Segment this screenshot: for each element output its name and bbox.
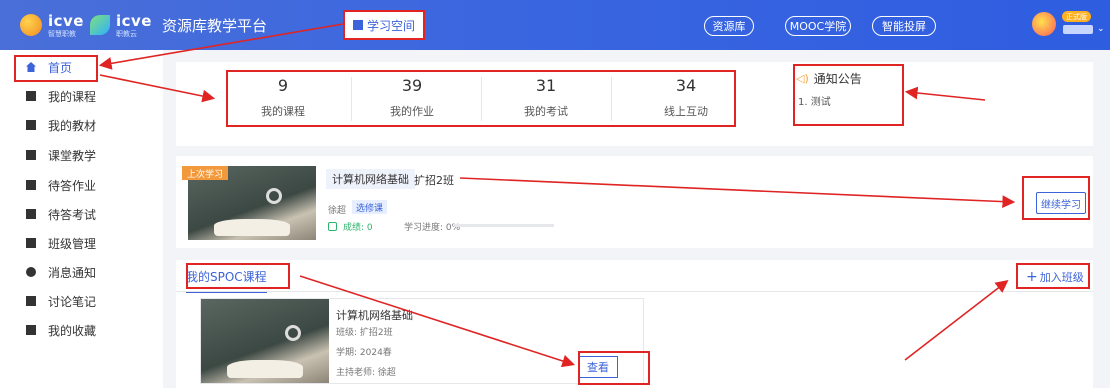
plus-icon: + xyxy=(1026,269,1038,285)
smart-projection-button[interactable]: 智能投屏 xyxy=(872,16,936,36)
icve-cloud-logo-icon xyxy=(89,15,110,35)
continue-study-button[interactable]: 继续学习 xyxy=(1036,192,1086,214)
course-name[interactable]: 计算机网络基础 xyxy=(326,169,415,189)
sidebar-item-label: 班级管理 xyxy=(48,236,97,251)
stat-my-exams[interactable]: 31 我的考试 xyxy=(491,76,601,119)
icve-logo-subtext: 智慧职教 xyxy=(48,30,76,38)
progress-label: 学习进度: 0% xyxy=(404,223,461,233)
resource-library-button[interactable]: 资源库 xyxy=(704,16,754,36)
sidebar-item-label: 我的课程 xyxy=(48,89,97,104)
sidebar-item-my-textbooks[interactable]: 我的教材 xyxy=(0,111,163,139)
study-space-label: 学习空间 xyxy=(367,18,416,33)
join-class-button[interactable]: + 加入班级 xyxy=(1026,269,1084,285)
books-icon xyxy=(26,91,36,101)
message-icon xyxy=(26,267,36,277)
sidebar-item-label: 课堂教学 xyxy=(48,148,97,163)
teacher-name: 徐超 xyxy=(328,206,347,216)
score-icon xyxy=(328,222,337,231)
chevron-down-icon[interactable]: ⌄ xyxy=(1097,24,1105,34)
spoc-course-teacher: 主持老师: 徐超 xyxy=(336,368,396,378)
class-icon xyxy=(26,238,36,248)
textbook-icon xyxy=(26,120,36,130)
user-name-blurred[interactable] xyxy=(1063,25,1093,34)
spoc-courses-card: 我的SPOC课程 + 加入班级 计算机网络基础 班级: 扩招2班 学期: 202… xyxy=(176,260,1093,388)
progress-bar xyxy=(454,224,554,227)
sidebar: 首页 我的课程 我的教材 课堂教学 待答作业 待答考试 班级管理 消息通知 讨论… xyxy=(0,50,163,388)
top-navigation-bar: icve 智慧职教 icve 职教云 资源库教学平台 学习空间 资源库 MOOC… xyxy=(0,0,1110,50)
sidebar-item-label: 首页 xyxy=(48,60,73,75)
overview-stats-card: 9 我的课程 39 我的作业 31 我的考试 34 线上互动 ◁) 通知公告 1… xyxy=(176,62,1093,146)
notice-panel: ◁) 通知公告 1. 测试 xyxy=(796,70,900,126)
sidebar-item-label: 我的收藏 xyxy=(48,323,97,338)
stat-value: 31 xyxy=(535,76,557,95)
stat-my-courses[interactable]: 9 我的课程 xyxy=(228,76,338,119)
user-avatar[interactable] xyxy=(1032,12,1056,36)
divider xyxy=(176,291,1093,292)
sidebar-item-pending-homework[interactable]: 待答作业 xyxy=(0,171,163,199)
clock-icon xyxy=(285,325,301,341)
stat-label: 我的作业 xyxy=(390,105,434,118)
stat-online-interaction[interactable]: 34 线上互动 xyxy=(631,76,741,119)
icve-logo-text-block: icve 智慧职教 xyxy=(48,12,84,38)
divider xyxy=(481,77,482,121)
notice-item[interactable]: 1. 测试 xyxy=(798,93,900,108)
last-study-card: 上次学习 计算机网络基础 扩招2班 徐超 选修课 成绩: 0 学习进度: 0% … xyxy=(176,156,1093,248)
platform-title: 资源库教学平台 xyxy=(161,16,267,35)
sidebar-item-home[interactable]: 首页 xyxy=(0,53,163,81)
class-name: 扩招2班 xyxy=(414,174,454,187)
clock-icon xyxy=(266,188,282,204)
sidebar-item-messages[interactable]: 消息通知 xyxy=(0,258,163,286)
classroom-icon xyxy=(26,150,36,160)
course-type-tag: 选修课 xyxy=(352,200,388,214)
homework-icon xyxy=(26,180,36,190)
icve-cloud-logo-block: icve 职教云 xyxy=(116,12,152,38)
stat-value: 34 xyxy=(675,76,697,95)
sidebar-item-label: 讨论笔记 xyxy=(48,294,97,309)
course-thumbnail[interactable] xyxy=(201,299,329,383)
stat-value: 39 xyxy=(401,76,423,95)
sidebar-item-label: 待答考试 xyxy=(48,207,97,222)
folder-icon xyxy=(26,325,36,335)
divider xyxy=(611,77,612,121)
sidebar-item-my-courses[interactable]: 我的课程 xyxy=(0,82,163,110)
sidebar-item-classroom[interactable]: 课堂教学 xyxy=(0,141,163,169)
sidebar-item-favorites[interactable]: 我的收藏 xyxy=(0,316,163,344)
exam-icon xyxy=(26,209,36,219)
stat-label: 我的课程 xyxy=(261,105,305,118)
divider xyxy=(351,77,352,121)
score-display: 成绩: 0 xyxy=(328,220,373,233)
last-study-tag: 上次学习 xyxy=(182,166,229,180)
vip-badge: 正式版 xyxy=(1062,11,1091,22)
stat-my-homework[interactable]: 39 我的作业 xyxy=(357,76,467,119)
speaker-icon: ◁) xyxy=(796,72,809,85)
spoc-course-term: 学期: 2024春 xyxy=(336,348,392,358)
sidebar-item-discussion-notes[interactable]: 讨论笔记 xyxy=(0,287,163,315)
sidebar-item-label: 我的教材 xyxy=(48,118,97,133)
notes-icon xyxy=(26,296,36,306)
spoc-course-name[interactable]: 计算机网络基础 xyxy=(336,307,413,323)
sidebar-item-class-management[interactable]: 班级管理 xyxy=(0,229,163,257)
score-label: 成绩: 0 xyxy=(343,223,373,233)
icve-logo-text: icve xyxy=(48,12,84,30)
spoc-course-class: 班级: 扩招2班 xyxy=(336,328,393,338)
study-space-icon xyxy=(353,20,363,30)
notice-title-label: 通知公告 xyxy=(813,72,862,86)
sidebar-item-label: 消息通知 xyxy=(48,265,97,280)
home-icon xyxy=(26,62,36,72)
sidebar-item-label: 待答作业 xyxy=(48,178,97,193)
sidebar-item-pending-exam[interactable]: 待答考试 xyxy=(0,200,163,228)
mooc-college-button[interactable]: MOOC学院 xyxy=(785,16,851,36)
icve-logo-icon xyxy=(20,14,42,36)
stat-value: 9 xyxy=(277,76,289,95)
study-space-tab[interactable]: 学习空间 xyxy=(345,12,424,38)
view-course-button[interactable]: 查看 xyxy=(578,356,618,378)
notice-title[interactable]: ◁) 通知公告 xyxy=(796,70,900,87)
icve-cloud-logo-subtext: 职教云 xyxy=(115,30,137,38)
join-class-label: 加入班级 xyxy=(1039,271,1084,284)
platform-logo[interactable]: icve 智慧职教 icve 职教云 资源库教学平台 xyxy=(20,10,267,40)
icve-cloud-logo-text: icve xyxy=(115,12,152,30)
stat-label: 线上互动 xyxy=(664,105,708,118)
stat-label: 我的考试 xyxy=(524,105,568,118)
tab-my-spoc-courses[interactable]: 我的SPOC课程 xyxy=(186,268,267,293)
